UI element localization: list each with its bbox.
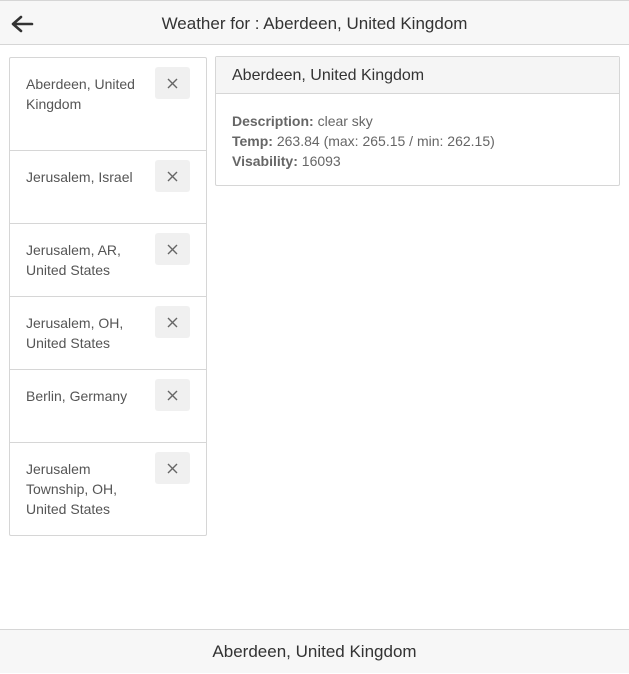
close-icon	[167, 463, 178, 473]
city-label: Jerusalem, Israel	[26, 169, 133, 185]
city-list-item[interactable]: Jerusalem Township, OH, United States	[10, 443, 206, 535]
description-value: clear sky	[313, 113, 373, 129]
close-icon	[167, 390, 178, 400]
city-label: Aberdeen, United Kingdom	[26, 76, 135, 112]
remove-city-button[interactable]	[155, 452, 190, 484]
visibility-row: Visability: 16093	[232, 151, 603, 171]
detail-body: Description: clear sky Temp: 263.84 (max…	[216, 94, 619, 171]
detail-title: Aberdeen, United Kingdom	[216, 57, 619, 94]
close-icon	[167, 317, 178, 327]
city-label: Berlin, Germany	[26, 388, 128, 404]
city-list-item[interactable]: Jerusalem, Israel	[10, 151, 206, 224]
visibility-value: 16093	[297, 153, 341, 169]
description-label: Description:	[232, 113, 314, 129]
remove-city-button[interactable]	[155, 379, 190, 411]
temp-label: Temp:	[232, 133, 273, 149]
remove-city-button[interactable]	[155, 306, 190, 338]
close-icon	[167, 244, 178, 254]
footer-bar: Aberdeen, United Kingdom	[0, 629, 629, 673]
remove-city-button[interactable]	[155, 160, 190, 192]
city-label: Jerusalem, AR, United States	[26, 242, 121, 278]
remove-city-button[interactable]	[155, 67, 190, 99]
city-list-item[interactable]: Berlin, Germany	[10, 370, 206, 443]
city-list-item[interactable]: Jerusalem, OH, United States	[10, 297, 206, 370]
visibility-label: Visability:	[232, 153, 298, 169]
city-list-item[interactable]: Aberdeen, United Kingdom	[10, 58, 206, 151]
remove-city-button[interactable]	[155, 233, 190, 265]
app-header: Weather for : Aberdeen, United Kingdom	[0, 0, 629, 45]
city-label: Jerusalem Township, OH, United States	[26, 461, 118, 517]
city-list-item[interactable]: Jerusalem, AR, United States	[10, 224, 206, 297]
temp-value: 263.84 (max: 265.15 / min: 262.15)	[272, 133, 495, 149]
city-label: Jerusalem, OH, United States	[26, 315, 124, 351]
temp-row: Temp: 263.84 (max: 265.15 / min: 262.15)	[232, 131, 603, 151]
footer-label: Aberdeen, United Kingdom	[212, 642, 417, 661]
city-list: Aberdeen, United Kingdom Jerusalem, Isra…	[9, 57, 207, 536]
weather-detail-panel: Aberdeen, United Kingdom Description: cl…	[215, 56, 620, 186]
close-icon	[167, 171, 178, 181]
close-icon	[167, 78, 178, 88]
description-row: Description: clear sky	[232, 111, 603, 131]
page-title: Weather for : Aberdeen, United Kingdom	[161, 14, 468, 33]
